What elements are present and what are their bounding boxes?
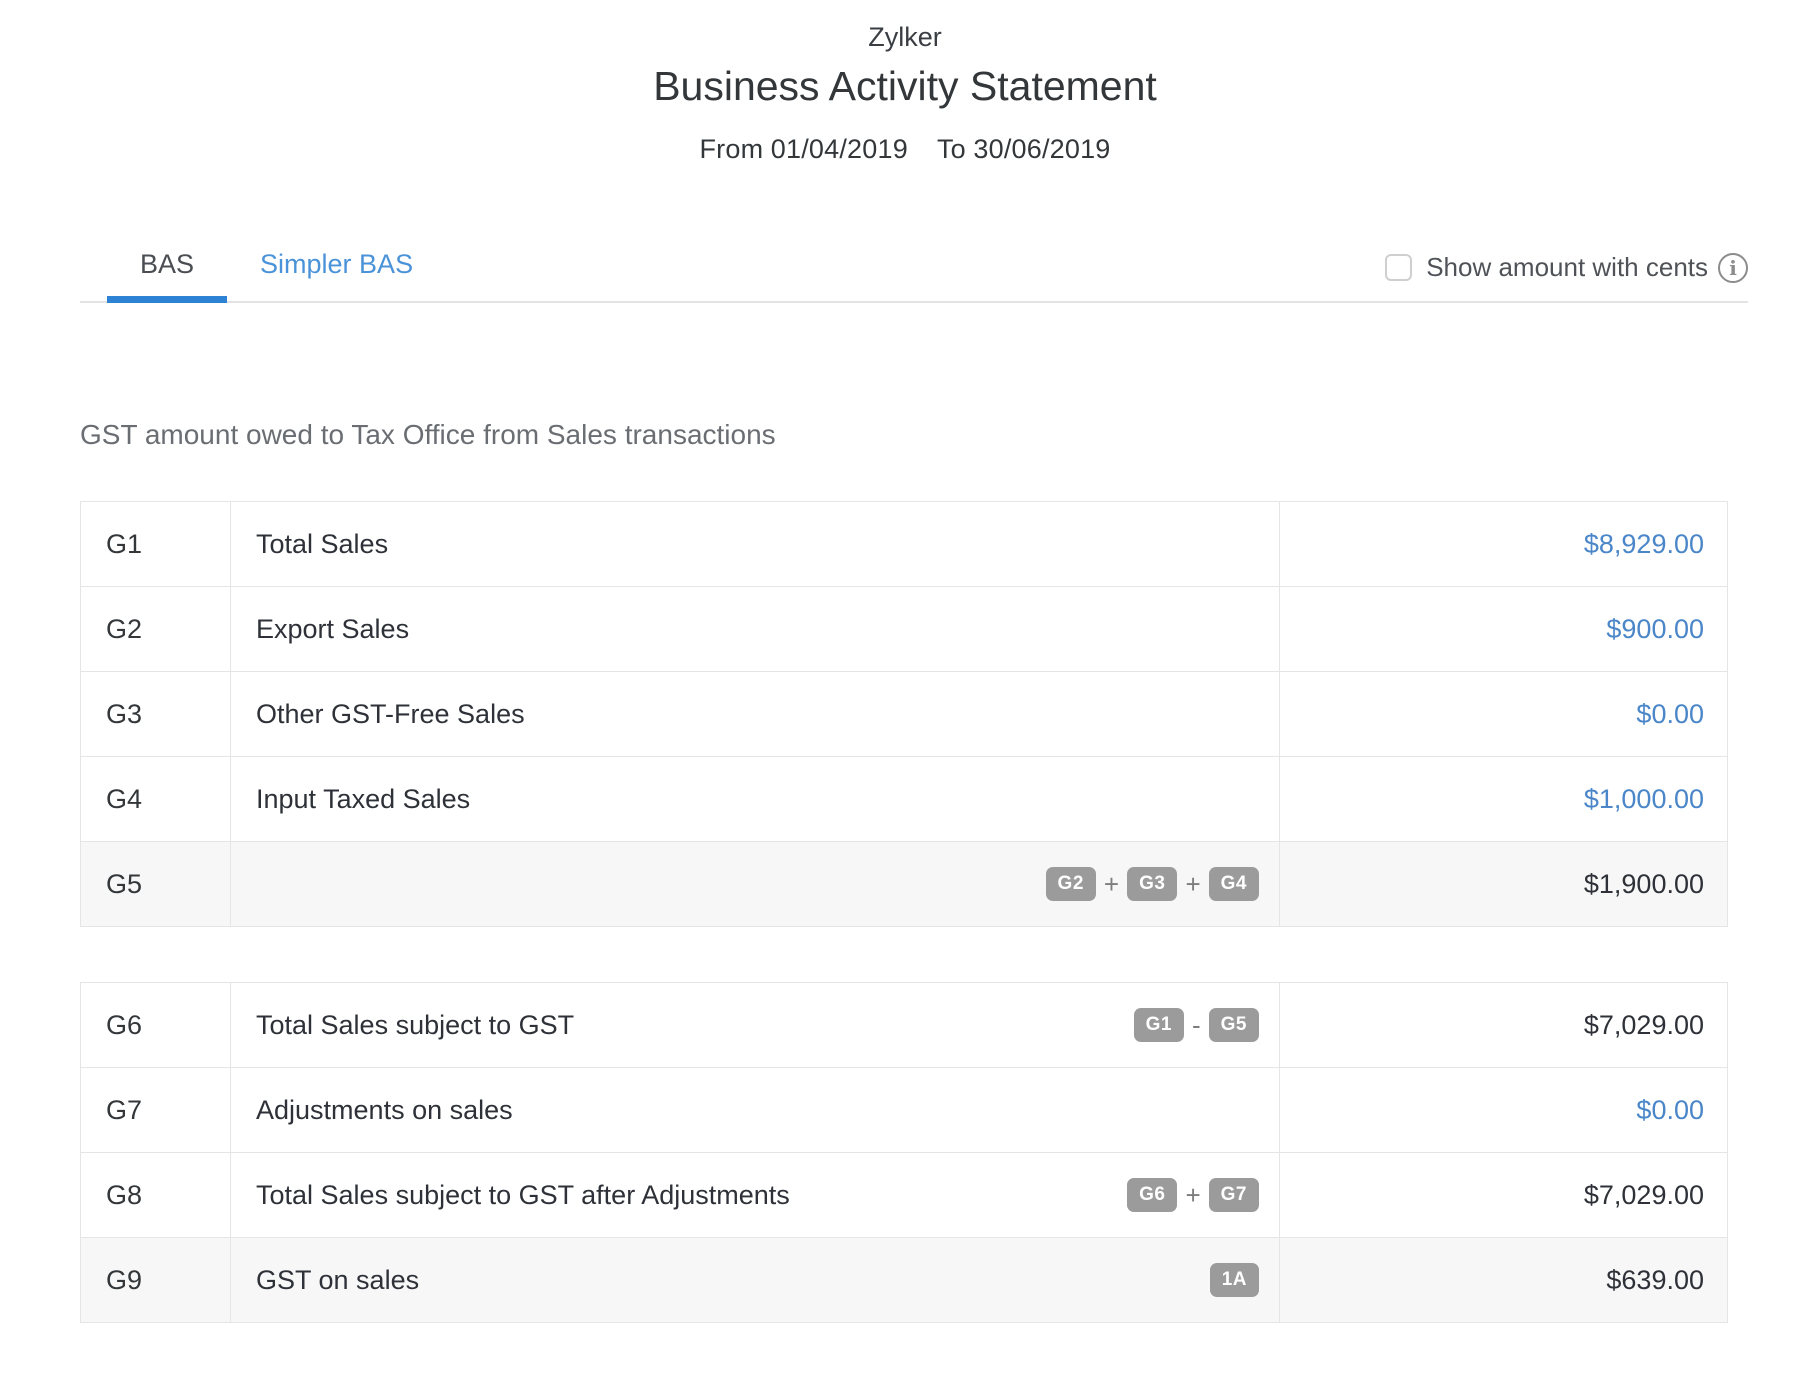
row-description-cell: G2 + G3 + G4 [231,842,1280,927]
formula-operator: + [1185,869,1200,900]
row-formula: 1A [1210,1263,1259,1297]
date-to-label: To [937,134,966,164]
amount-value: $7,029.00 [1280,1153,1728,1238]
bas-table-sales: G1 Total Sales $8,929.00 G2 Export Sales $900… [80,501,1728,927]
row-code: G7 [81,1068,231,1153]
formula-badge: G5 [1209,1008,1259,1042]
row-description-cell: GST on sales 1A [231,1238,1280,1323]
table-row: G7 Adjustments on sales $0.00 [81,1068,1728,1153]
report-header: Zylker Business Activity Statement From … [0,0,1810,165]
row-code: G8 [81,1153,231,1238]
row-label: Total Sales [256,529,388,560]
table-row: G4 Input Taxed Sales $1,000.00 [81,757,1728,842]
row-description-cell: Adjustments on sales [231,1068,1280,1153]
row-code: G4 [81,757,231,842]
row-code: G1 [81,502,231,587]
section-heading: GST amount owed to Tax Office from Sales… [80,419,1748,451]
date-from-value: 01/04/2019 [771,134,908,164]
row-formula: G6 + G7 [1127,1178,1259,1212]
amount-value: $1,900.00 [1280,842,1728,927]
row-description-cell: Export Sales [231,587,1280,672]
row-code: G5 [81,842,231,927]
show-cents-checkbox[interactable] [1385,254,1412,281]
row-description-cell: Total Sales [231,502,1280,587]
table-row: G3 Other GST-Free Sales $0.00 [81,672,1728,757]
formula-badge: 1A [1210,1263,1259,1297]
report-content: BAS Simpler BAS Show amount with cents i… [80,249,1748,1323]
row-code: G2 [81,587,231,672]
amount-link[interactable]: $1,000.00 [1280,757,1728,842]
formula-operator: + [1104,869,1119,900]
show-cents-label: Show amount with cents [1426,252,1708,283]
formula-operator: + [1185,1180,1200,1211]
row-label: Adjustments on sales [256,1095,513,1126]
tab-list: BAS Simpler BAS [107,249,446,301]
row-label: Input Taxed Sales [256,784,470,815]
tab-bar: BAS Simpler BAS Show amount with cents i [80,249,1748,303]
table-row: G9 GST on sales 1A $639.00 [81,1238,1728,1323]
row-formula: G2 + G3 + G4 [1046,867,1259,901]
amount-link[interactable]: $900.00 [1280,587,1728,672]
row-label: Total Sales subject to GST [256,1010,574,1041]
amount-link[interactable]: $0.00 [1280,672,1728,757]
formula-badge: G2 [1046,867,1096,901]
bas-table-gst: G6 Total Sales subject to GST G1-G5 $7,029.… [80,982,1728,1323]
row-code: G3 [81,672,231,757]
formula-operator: - [1192,1010,1201,1041]
date-to-value: 30/06/2019 [973,134,1110,164]
date-from-label: From [699,134,763,164]
row-description-cell: Total Sales subject to GST after Adjustm… [231,1153,1280,1238]
amount-value: $639.00 [1280,1238,1728,1323]
row-label: Total Sales subject to GST after Adjustm… [256,1180,790,1211]
amount-value: $7,029.00 [1280,983,1728,1068]
formula-badge: G1 [1134,1008,1184,1042]
amount-link[interactable]: $0.00 [1280,1068,1728,1153]
table-row: G1 Total Sales $8,929.00 [81,502,1728,587]
row-label: GST on sales [256,1265,419,1296]
formula-badge: G7 [1209,1178,1259,1212]
row-code: G6 [81,983,231,1068]
table-row: G8 Total Sales subject to GST after Adjus… [81,1153,1728,1238]
row-description-cell: Total Sales subject to GST G1-G5 [231,983,1280,1068]
row-label: Export Sales [256,614,409,645]
table-row: G2 Export Sales $900.00 [81,587,1728,672]
tab-bas[interactable]: BAS [107,249,227,301]
formula-badge: G3 [1127,867,1177,901]
date-range: From 01/04/2019 To 30/06/2019 [0,134,1810,165]
row-description-cell: Input Taxed Sales [231,757,1280,842]
row-label: Other GST-Free Sales [256,699,525,730]
formula-badge: G6 [1127,1178,1177,1212]
row-code: G9 [81,1238,231,1323]
formula-badge: G4 [1209,867,1259,901]
amount-link[interactable]: $8,929.00 [1280,502,1728,587]
show-cents-option: Show amount with cents i [1385,252,1748,301]
company-name: Zylker [0,22,1810,53]
table-row: G6 Total Sales subject to GST G1-G5 $7,029.… [81,983,1728,1068]
info-icon[interactable]: i [1718,253,1748,283]
page-title: Business Activity Statement [0,63,1810,110]
row-description-cell: Other GST-Free Sales [231,672,1280,757]
table-row: G5 G2 + G3 + G4 $1,900.00 [81,842,1728,927]
row-formula: G1-G5 [1134,1008,1259,1042]
tab-simpler-bas[interactable]: Simpler BAS [227,249,446,301]
